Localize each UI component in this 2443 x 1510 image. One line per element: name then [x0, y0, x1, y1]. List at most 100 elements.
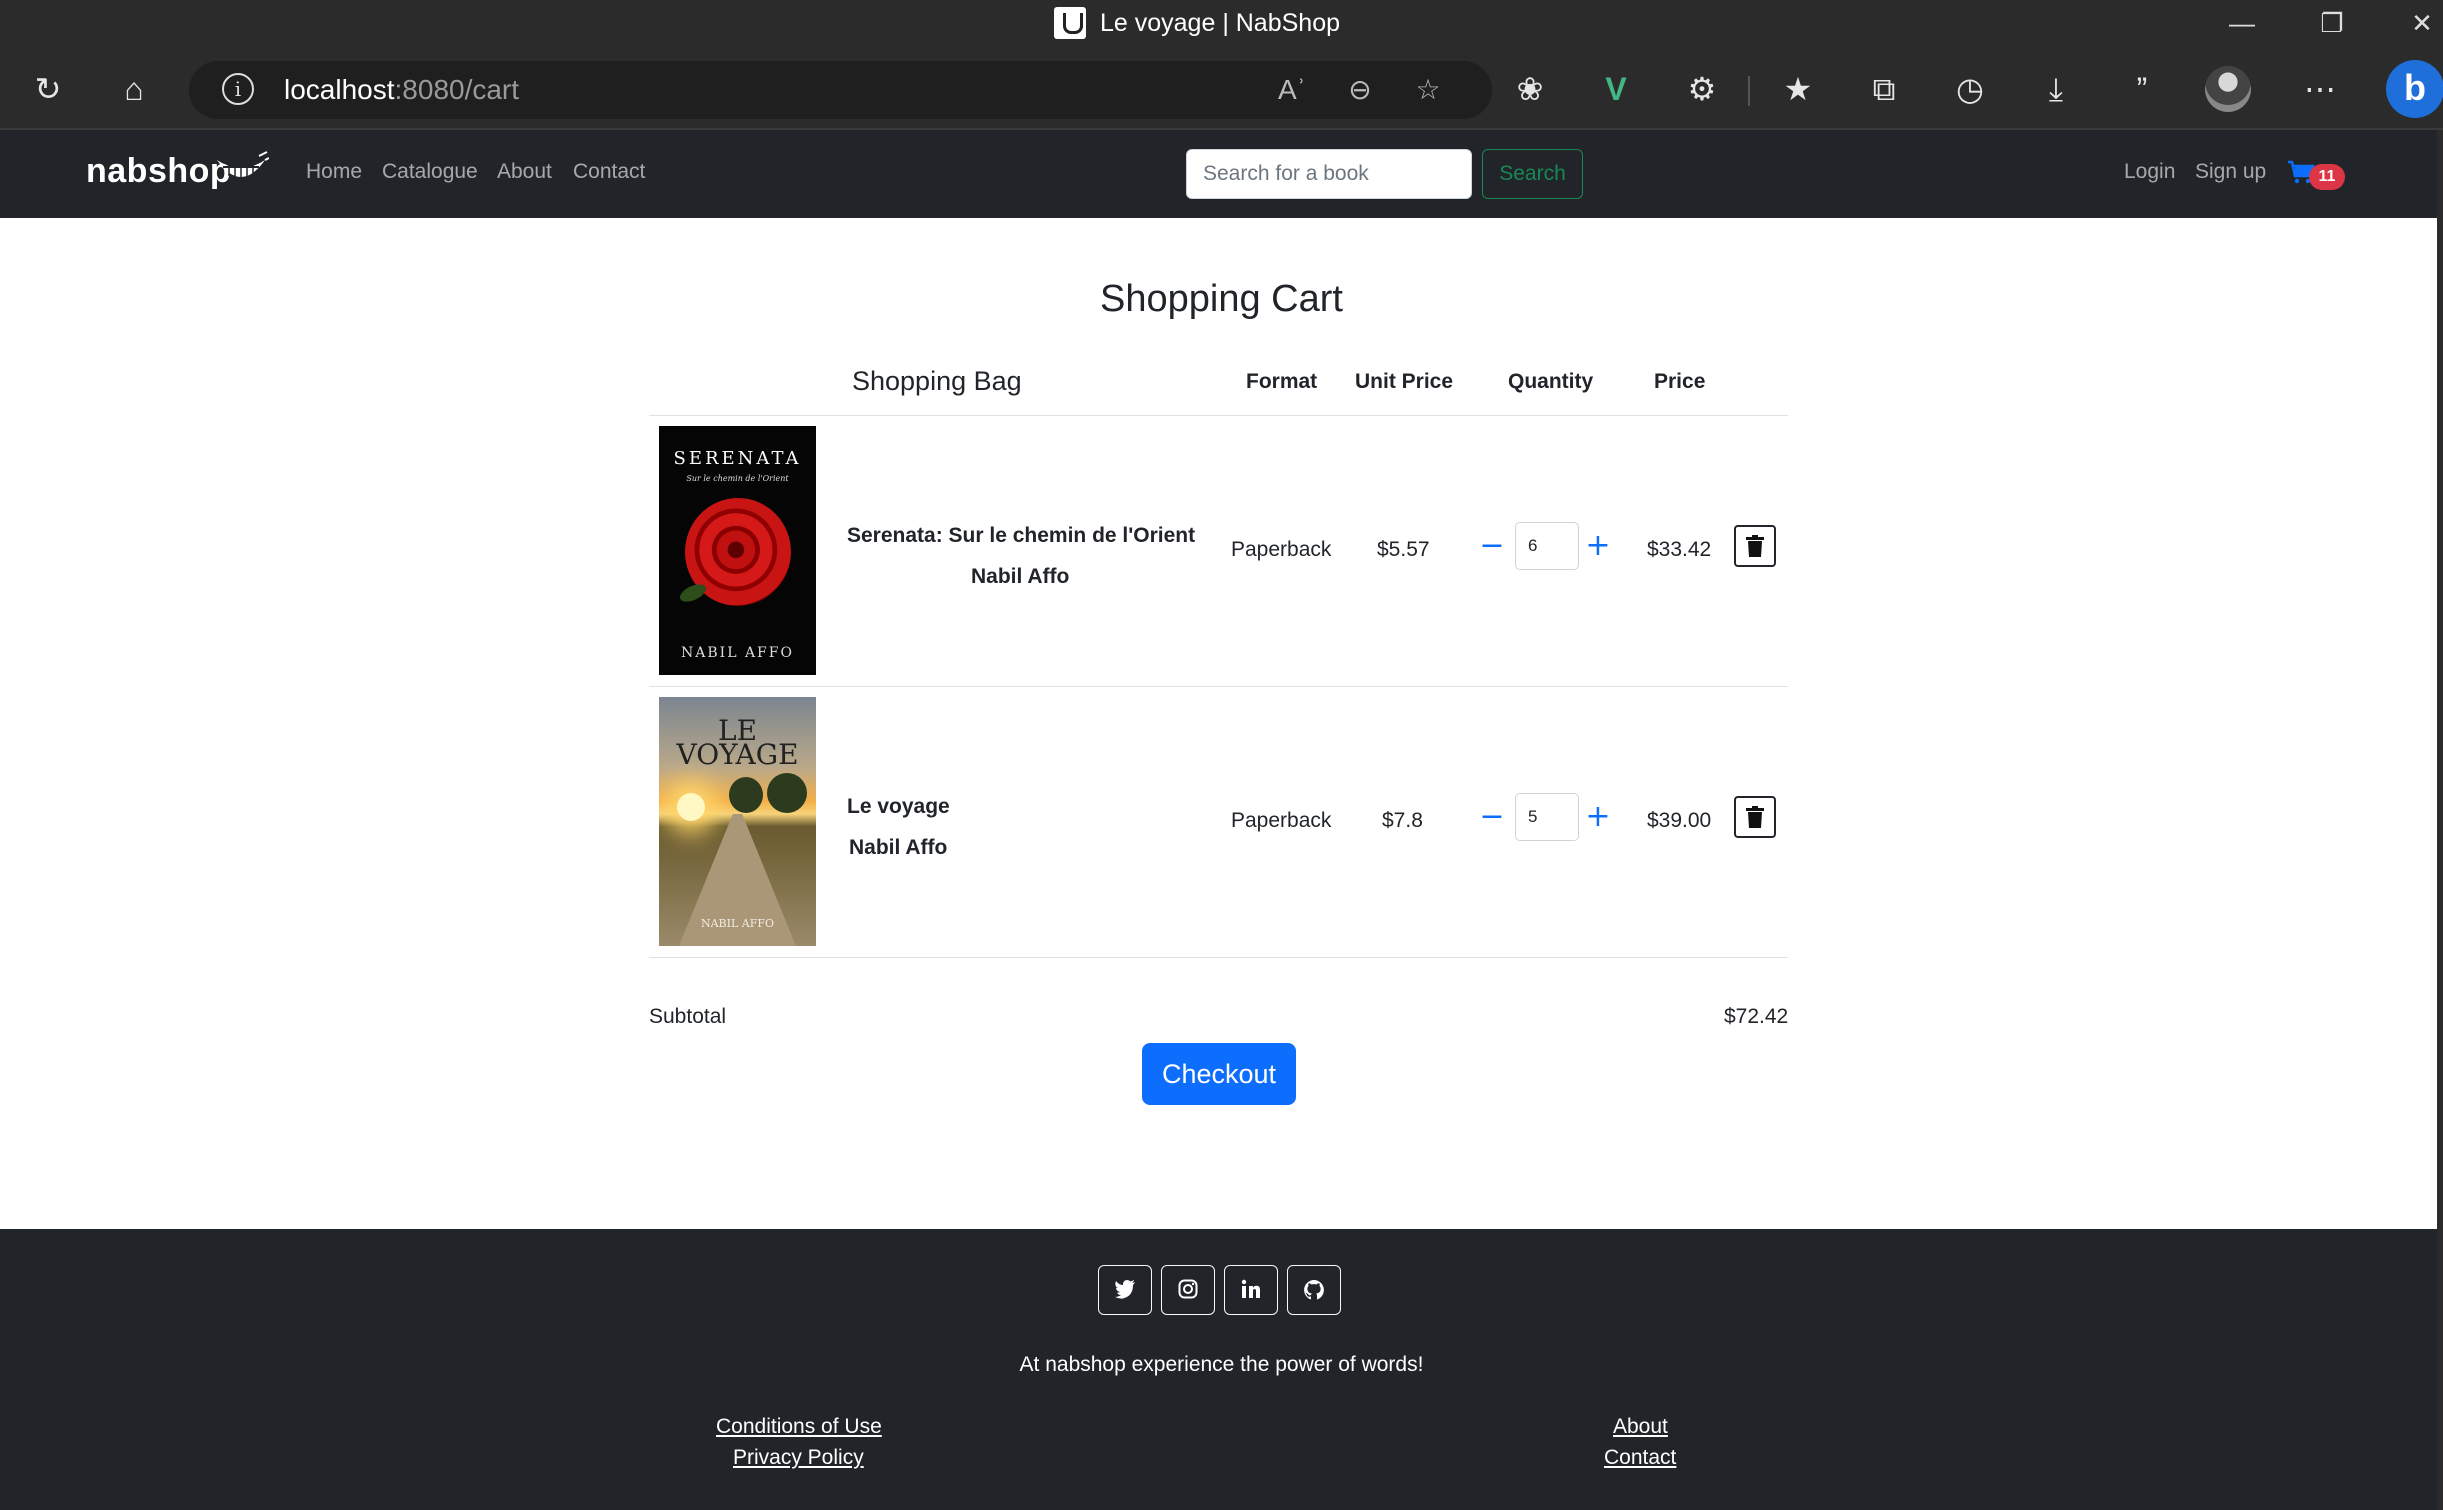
- url-path: :8080/cart: [394, 74, 520, 105]
- close-window-icon[interactable]: ✕: [2390, 4, 2443, 42]
- header-format: Format: [1246, 370, 1318, 393]
- web-page: nabshop Home Catalogue About Contact Sea…: [0, 130, 2443, 1510]
- bing-copilot-icon[interactable]: b: [2386, 60, 2443, 118]
- cover-title: SERENATA: [673, 448, 802, 469]
- read-aloud-icon[interactable]: Aʾ: [1267, 65, 1317, 115]
- reload-icon[interactable]: ↻: [22, 63, 74, 115]
- github-button[interactable]: [1287, 1265, 1341, 1315]
- quantity-input[interactable]: [1515, 522, 1579, 570]
- browser-titlebar: Le voyage | NabShop — ❐ ✕: [0, 0, 2443, 46]
- cover-title-line2: VOYAGE: [676, 738, 799, 771]
- leaf-illustration: [677, 580, 709, 606]
- cover-subtitle: Sur le chemin de l'Orient: [686, 474, 789, 483]
- collections-icon[interactable]: ⧉: [1858, 63, 1910, 115]
- minimize-icon[interactable]: —: [2210, 4, 2274, 42]
- item-unit-price: $7.8: [1382, 809, 1423, 832]
- remove-item-button[interactable]: [1734, 796, 1776, 838]
- cart-count-badge: 11: [2309, 164, 2345, 190]
- decrease-quantity-button[interactable]: −: [1478, 800, 1506, 834]
- header-unit-price: Unit Price: [1355, 370, 1454, 393]
- site-navbar: nabshop Home Catalogue About Contact Sea…: [0, 130, 2443, 218]
- nav-signup[interactable]: Sign up: [2195, 160, 2266, 184]
- page-title: Shopping Cart: [1100, 278, 1343, 320]
- instagram-button[interactable]: [1161, 1265, 1215, 1315]
- subtotal-label: Subtotal: [649, 1005, 727, 1028]
- table-row: SERENATA Sur le chemin de l'Orient NABIL…: [649, 416, 1788, 687]
- footer-tagline: At nabshop experience the power of words…: [1019, 1353, 1424, 1376]
- item-price: $33.42: [1647, 538, 1712, 561]
- subtotal-value: $72.42: [1724, 1005, 1789, 1028]
- smile-logo-icon: [217, 151, 269, 181]
- footer-link-about[interactable]: About: [1613, 1415, 1668, 1439]
- github-icon: [1304, 1280, 1324, 1300]
- item-format: Paperback: [1231, 809, 1332, 832]
- increase-quantity-button[interactable]: +: [1584, 529, 1612, 563]
- linkedin-icon: [1241, 1279, 1260, 1298]
- item-price: $39.00: [1647, 809, 1712, 832]
- more-menu-icon[interactable]: ⋯: [2294, 63, 2346, 115]
- book-cover-serenata[interactable]: SERENATA Sur le chemin de l'Orient NABIL…: [659, 426, 816, 675]
- favorites-icon[interactable]: ★: [1772, 63, 1824, 115]
- table-row: LE VOYAGE NABIL AFFO Le voyage Nabil Affo…: [649, 687, 1788, 958]
- browser-toolbar: ↻ ⌂ i localhost:8080/cart Aʾ ⊖ ☆ ❀ V ⚙ ★…: [0, 46, 2443, 130]
- nav-about[interactable]: About: [497, 160, 552, 184]
- trash-icon: [1746, 535, 1764, 557]
- site-info-icon[interactable]: i: [222, 73, 254, 105]
- zoom-out-icon[interactable]: ⊖: [1335, 65, 1385, 115]
- vue-devtools-icon[interactable]: V: [1590, 63, 1642, 115]
- add-favorite-icon[interactable]: ☆: [1403, 65, 1453, 115]
- item-title[interactable]: Le voyage: [847, 795, 950, 819]
- profile-avatar[interactable]: [2205, 66, 2251, 112]
- footer-link-conditions[interactable]: Conditions of Use: [716, 1415, 882, 1439]
- address-url[interactable]: localhost:8080/cart: [284, 74, 519, 106]
- restore-icon[interactable]: ❐: [2300, 4, 2364, 42]
- cover-title: LE VOYAGE: [659, 717, 816, 769]
- item-title[interactable]: Serenata: Sur le chemin de l'Orient: [847, 524, 1195, 548]
- twitter-icon: [1115, 1280, 1135, 1299]
- item-format: Paperback: [1231, 538, 1332, 561]
- footer-link-contact[interactable]: Contact: [1604, 1446, 1676, 1470]
- header-shopping-bag: Shopping Bag: [852, 366, 1022, 396]
- tab-title: Le voyage | NabShop: [1100, 9, 1341, 37]
- quantity-input[interactable]: [1515, 793, 1579, 841]
- cover-author: NABIL AFFO: [700, 917, 775, 930]
- extension-color-icon[interactable]: ❀: [1504, 63, 1556, 115]
- tree-illustration: [767, 773, 807, 813]
- nav-login[interactable]: Login: [2124, 160, 2175, 184]
- cover-author: NABIL AFFO: [681, 645, 794, 661]
- item-unit-price: $5.57: [1377, 538, 1430, 561]
- header-quantity: Quantity: [1508, 370, 1594, 393]
- nav-contact[interactable]: Contact: [573, 160, 645, 184]
- item-author: Nabil Affo: [849, 836, 948, 859]
- toolbar-separator: [1748, 76, 1750, 106]
- footer-link-privacy[interactable]: Privacy Policy: [733, 1446, 864, 1470]
- nav-catalogue[interactable]: Catalogue: [382, 160, 478, 184]
- downloads-icon[interactable]: ⤓: [2030, 63, 2082, 115]
- sun-illustration: [677, 793, 705, 821]
- quotes-icon[interactable]: ”: [2116, 63, 2168, 115]
- increase-quantity-button[interactable]: +: [1584, 800, 1612, 834]
- site-footer: At nabshop experience the power of words…: [0, 1229, 2443, 1510]
- page-scrollbar[interactable]: [2437, 130, 2443, 1510]
- extensions-icon[interactable]: ⚙: [1676, 63, 1728, 115]
- book-cover-voyage[interactable]: LE VOYAGE NABIL AFFO: [659, 697, 816, 946]
- decrease-quantity-button[interactable]: −: [1478, 529, 1506, 563]
- brand-logo[interactable]: nabshop: [86, 152, 231, 191]
- address-bar[interactable]: i localhost:8080/cart Aʾ ⊖ ☆: [189, 61, 1492, 119]
- history-icon[interactable]: ◷: [1944, 63, 1996, 115]
- site-favicon-icon: [1054, 7, 1086, 39]
- search-input[interactable]: [1186, 149, 1472, 199]
- url-host: localhost: [284, 74, 395, 105]
- nav-home[interactable]: Home: [306, 160, 362, 184]
- trash-icon: [1746, 806, 1764, 828]
- instagram-icon: [1178, 1279, 1198, 1299]
- checkout-button[interactable]: Checkout: [1142, 1043, 1296, 1105]
- tree-illustration: [729, 777, 763, 813]
- cart-button[interactable]: 11: [2287, 158, 2351, 192]
- linkedin-button[interactable]: [1224, 1265, 1278, 1315]
- search-button[interactable]: Search: [1482, 149, 1583, 199]
- remove-item-button[interactable]: [1734, 525, 1776, 567]
- home-icon[interactable]: ⌂: [108, 63, 160, 115]
- header-price: Price: [1654, 370, 1706, 393]
- twitter-button[interactable]: [1098, 1265, 1152, 1315]
